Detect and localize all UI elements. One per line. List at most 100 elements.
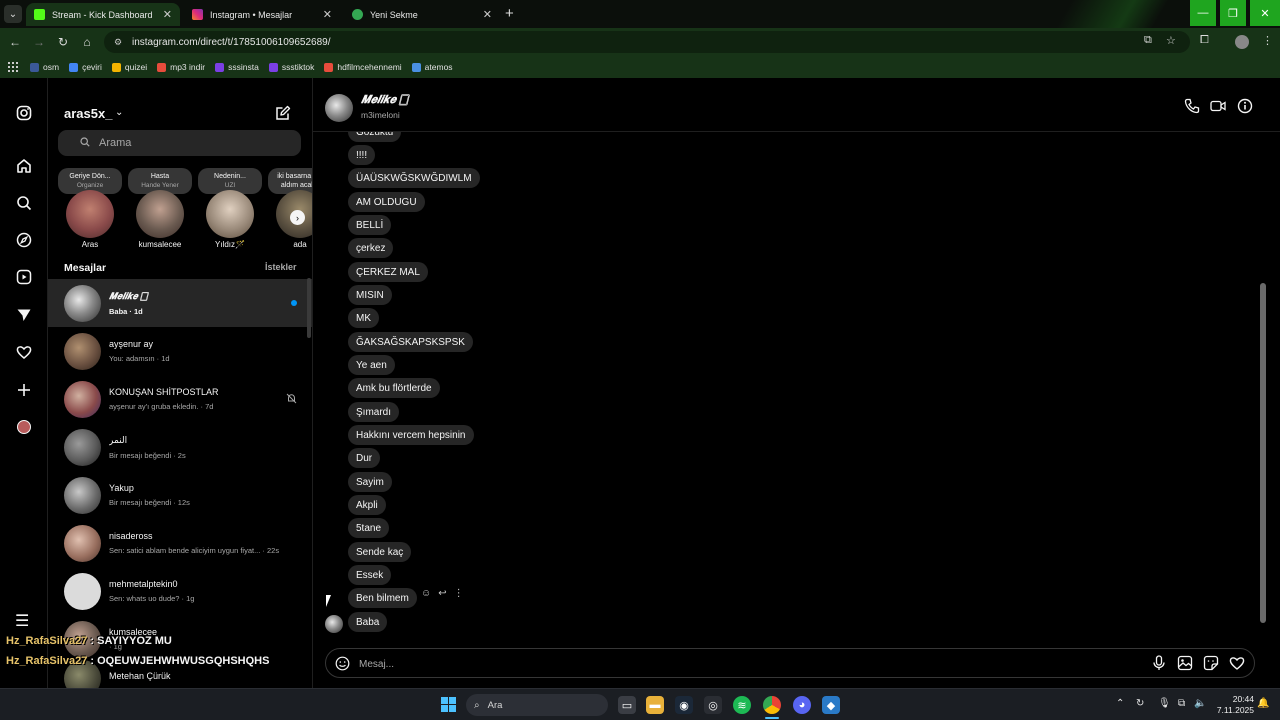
- app-icon[interactable]: ◆: [822, 696, 840, 714]
- emoji-icon[interactable]: [334, 655, 350, 671]
- tab-close-icon[interactable]: ✕: [163, 8, 172, 21]
- video-call-icon[interactable]: [1210, 98, 1226, 114]
- message-bubble[interactable]: 5tane: [348, 518, 390, 538]
- bookmark-ssstiktok[interactable]: ssstiktok: [268, 62, 314, 72]
- bookmark-atemos[interactable]: atemos: [411, 62, 453, 72]
- react-emoji-icon[interactable]: ☺: [421, 588, 431, 599]
- instagram-logo-icon[interactable]: [15, 104, 33, 122]
- site-info-icon[interactable]: ⚙: [114, 37, 124, 47]
- conversation-item[interactable]: ayşenur ay You: adamsın · 1d: [48, 327, 312, 375]
- message-bubble[interactable]: MK: [348, 308, 379, 328]
- chevron-right-icon[interactable]: ›: [290, 210, 305, 225]
- tray-overflow-icon[interactable]: ⌃: [1116, 698, 1124, 709]
- message-bubble[interactable]: çerkez: [348, 238, 394, 258]
- back-icon[interactable]: ←: [6, 33, 24, 51]
- message-bubble[interactable]: Ye aen: [348, 355, 395, 375]
- sticker-icon[interactable]: [1202, 654, 1220, 672]
- reply-icon[interactable]: ↩: [438, 588, 446, 599]
- message-bubble[interactable]: ÇERKEZ MAL: [348, 262, 428, 282]
- steam-icon[interactable]: ◉: [675, 696, 693, 714]
- app-icon[interactable]: ◎: [704, 696, 722, 714]
- note-item[interactable]: Hasta Hande Yener kumsalecee: [125, 168, 195, 249]
- message-bubble[interactable]: Dur: [348, 448, 381, 468]
- conversation-item[interactable]: Yakup Bir mesajı beğendi · 12s: [48, 471, 312, 519]
- notifications-heart-icon[interactable]: [15, 343, 33, 361]
- chevron-down-icon[interactable]: ⌄: [115, 107, 123, 118]
- taskbar-clock[interactable]: 20:44 7.11.2025: [1214, 694, 1254, 716]
- requests-link[interactable]: İstekler: [265, 262, 297, 272]
- message-input[interactable]: [359, 656, 1059, 672]
- conversation-item[interactable]: 𝑴𝒆𝒍𝒊𝒌𝒆 🀆 Baba · 1d: [48, 279, 312, 327]
- tab-new[interactable]: Yeni Sekme ✕: [344, 3, 500, 26]
- message-bubble[interactable]: MISIN: [348, 285, 392, 305]
- message-bubble[interactable]: Hakkını vercem hepsinin: [348, 425, 474, 445]
- message-bubble[interactable]: Amk bu flörtlerde: [348, 378, 440, 398]
- bookmark-quizei[interactable]: quizei: [111, 62, 147, 72]
- install-app-icon[interactable]: ⧉: [1144, 34, 1152, 47]
- avatar[interactable]: [325, 94, 353, 122]
- bookmark-star-icon[interactable]: ☆: [1166, 34, 1176, 47]
- message-bubble[interactable]: ĞAKSAĞSKAPSKSPSK: [348, 332, 473, 352]
- phone-icon[interactable]: [1184, 98, 1200, 114]
- profile-avatar[interactable]: [17, 420, 31, 434]
- message-bubble[interactable]: Ben bilmem: [348, 588, 417, 608]
- message-bubble[interactable]: Gözüktü: [348, 132, 402, 142]
- bookmark-mp3-indir[interactable]: mp3 indir: [157, 62, 205, 72]
- info-icon[interactable]: [1237, 98, 1253, 114]
- microphone-icon[interactable]: 🎙: [1158, 698, 1171, 709]
- tab-close-icon[interactable]: ✕: [323, 8, 332, 21]
- message-bubble[interactable]: Sende kaç: [348, 542, 412, 562]
- message-bubble[interactable]: Sayim: [348, 472, 392, 492]
- bookmark-sssinsta[interactable]: sssinsta: [215, 62, 259, 72]
- note-item[interactable]: Nedenin... UZI Yıldız🪄: [195, 168, 265, 249]
- notification-bell-icon[interactable]: 🔔: [1257, 698, 1269, 709]
- message-bubble[interactable]: !!!!: [348, 145, 376, 165]
- more-options-icon[interactable]: ⋮: [454, 588, 464, 599]
- conversation-item[interactable]: nisadeross Sen: satici ablam bende aliciy…: [48, 519, 312, 567]
- tab-instagram[interactable]: Instagram • Mesajlar ✕: [184, 3, 340, 26]
- bookmark-hdfilmcehennemi[interactable]: hdfilmcehennemi: [324, 62, 402, 72]
- inbox-scrollbar[interactable]: [307, 278, 311, 338]
- minimize-button[interactable]: —: [1190, 0, 1216, 26]
- search-icon[interactable]: [15, 194, 33, 212]
- sync-icon[interactable]: ↻: [1136, 698, 1144, 709]
- home-icon[interactable]: [15, 157, 33, 175]
- chat-contact-name[interactable]: 𝑴𝒆𝒍𝒊𝒌𝒆 🀆: [361, 94, 408, 107]
- forward-icon[interactable]: →: [30, 33, 48, 51]
- conversation-item[interactable]: mehmetalptekin0 Sen: whats uo dude? · 1g: [48, 567, 312, 615]
- spotify-icon[interactable]: ≋: [733, 696, 751, 714]
- tab-kick[interactable]: Stream - Kick Dashboard ✕: [26, 3, 180, 26]
- chrome-icon[interactable]: [763, 696, 781, 714]
- network-icon[interactable]: ⧉: [1178, 698, 1185, 709]
- message-bubble[interactable]: BELLİ: [348, 215, 392, 235]
- volume-icon[interactable]: 🔈: [1194, 698, 1206, 709]
- profile-avatar[interactable]: [1235, 35, 1249, 49]
- extensions-icon[interactable]: ⧠: [1200, 34, 1209, 47]
- reload-icon[interactable]: ↻: [54, 33, 72, 51]
- explore-icon[interactable]: [15, 231, 33, 249]
- apps-grid-icon[interactable]: [8, 62, 18, 72]
- image-icon[interactable]: [1176, 654, 1194, 672]
- bookmark-ceviri[interactable]: çeviri: [69, 62, 102, 72]
- maximize-button[interactable]: ❐: [1220, 0, 1246, 26]
- url-bar[interactable]: ⚙ instagram.com/direct/t/178510061096526…: [104, 31, 1190, 53]
- conversation-item[interactable]: KONUŞAN SHİTPOSTLAR ayşenur ay'ı gruba ek…: [48, 375, 312, 423]
- message-bubble[interactable]: Essek: [348, 565, 392, 585]
- bookmark-osm[interactable]: osm: [30, 62, 59, 72]
- more-menu-icon[interactable]: ☰: [15, 611, 29, 631]
- task-view-icon[interactable]: ▭: [618, 696, 636, 714]
- message-bubble[interactable]: Şımardı: [348, 402, 400, 422]
- tab-close-icon[interactable]: ✕: [483, 8, 492, 21]
- like-heart-icon[interactable]: [1228, 654, 1246, 672]
- home-icon[interactable]: ⌂: [78, 33, 96, 51]
- discord-icon[interactable]: ◕: [793, 696, 811, 714]
- message-bubble[interactable]: Baba: [348, 612, 388, 632]
- note-item[interactable]: Geriye Dön... Organize Aras: [55, 168, 125, 249]
- conversation-item[interactable]: النمر Bir mesajı beğendi · 2s: [48, 423, 312, 471]
- chat-scrollbar-thumb[interactable]: [1260, 283, 1266, 623]
- account-username[interactable]: aras5x_: [64, 106, 112, 121]
- message-bubble[interactable]: ÜAÜSKWĞSKWĞDIWLM: [348, 168, 480, 188]
- close-window-button[interactable]: ✕: [1250, 0, 1280, 26]
- microphone-icon[interactable]: [1150, 654, 1168, 672]
- compose-icon[interactable]: [275, 105, 291, 121]
